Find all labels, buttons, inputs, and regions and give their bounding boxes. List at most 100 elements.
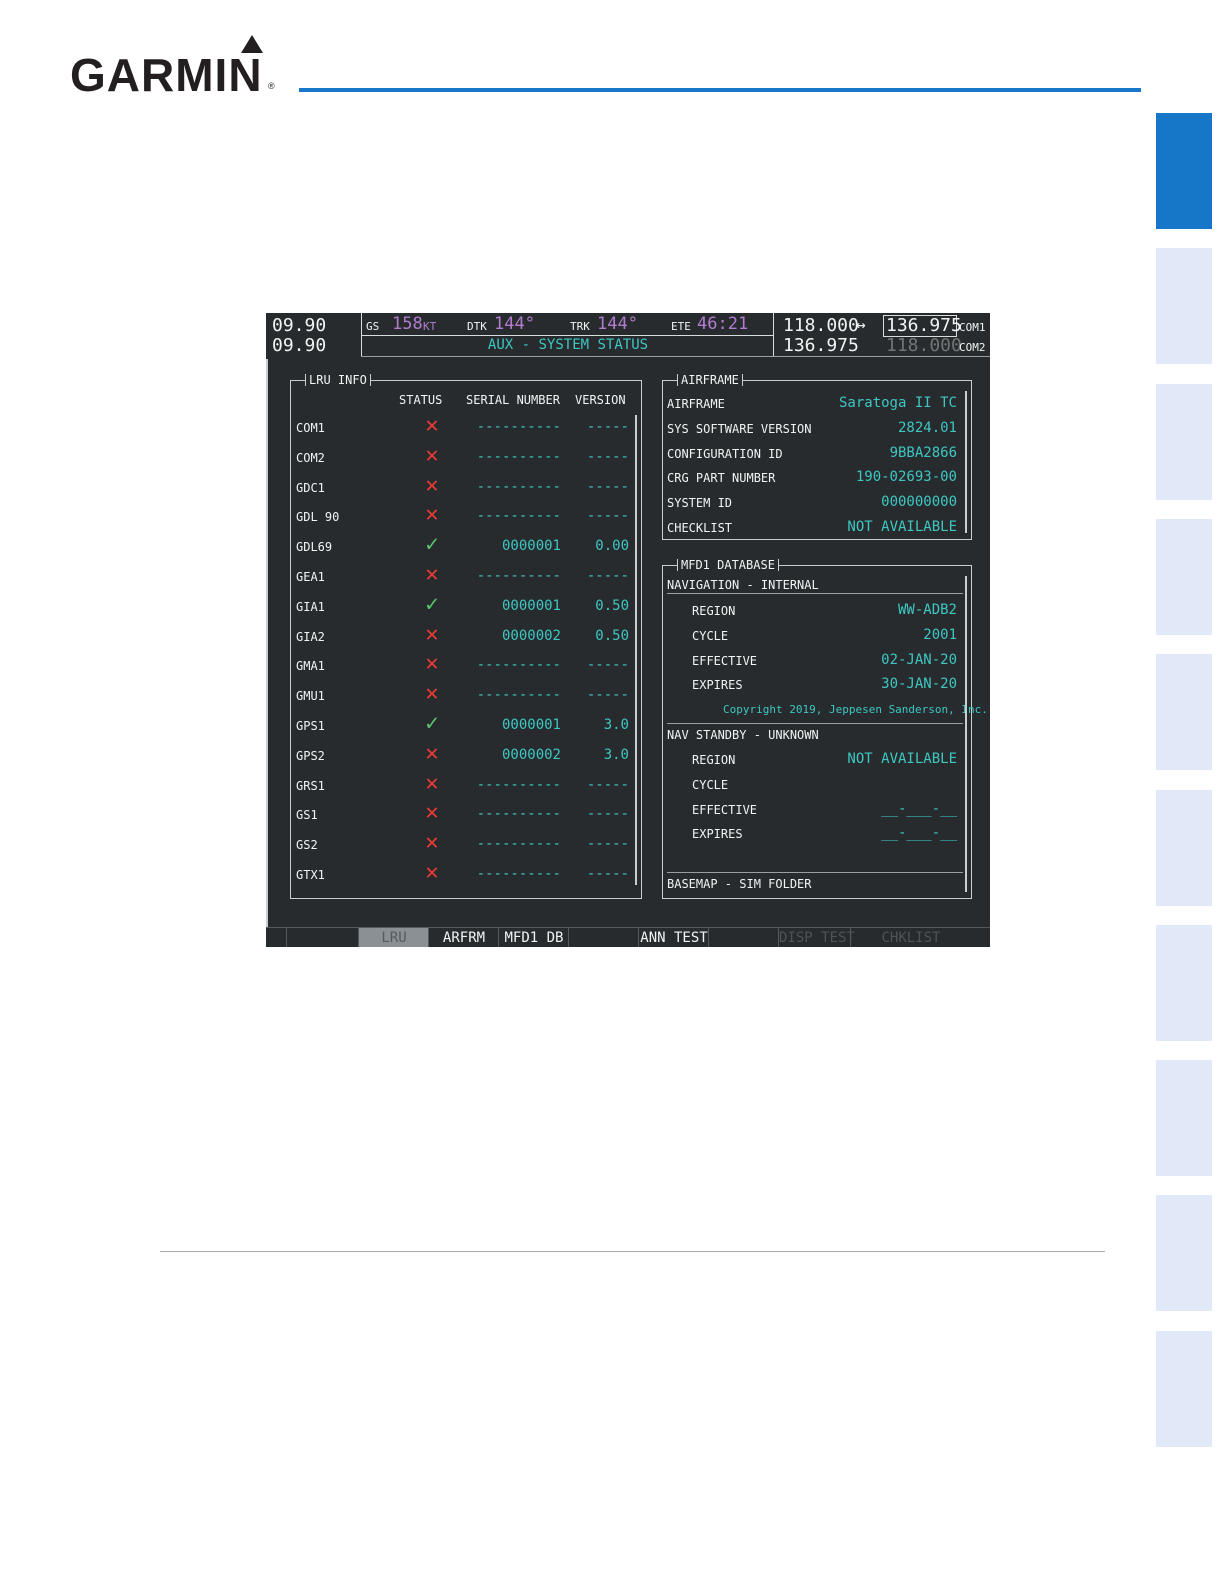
softkey-chklist[interactable]: CHKLIST (850, 928, 971, 947)
status-header: STATUS (399, 393, 443, 407)
airframe-panel: AIRFRAME AIRFRAME Saratoga II TC SYS SOFTW… (662, 374, 972, 540)
lru-serial: ---------- (476, 657, 561, 674)
database-value: __-___-__ (881, 825, 957, 842)
softkey-arfrm[interactable]: ARFRM (428, 928, 499, 947)
com2-active-freq[interactable]: 136.975 (783, 335, 859, 356)
database-value: 30-JAN-20 (881, 676, 957, 693)
triangle-icon (241, 35, 263, 53)
section-tab-7[interactable] (1156, 925, 1212, 1041)
lru-name: GTX1 (296, 868, 325, 882)
section-tab-3[interactable] (1156, 384, 1212, 500)
airframe-value: 2824.01 (897, 419, 957, 436)
softkey-mfd1-db[interactable]: MFD1 DB (498, 928, 569, 947)
database-label: REGION (692, 753, 736, 767)
airframe-value: 190-02693-00 (855, 469, 957, 486)
com2-label: COM2 (959, 341, 986, 354)
section-tab-10[interactable] (1156, 1331, 1212, 1447)
lru-name: COM1 (296, 421, 325, 435)
com1-active-freq[interactable]: 118.000 (783, 315, 859, 336)
dtk-value: 144° (494, 314, 535, 334)
softkey-blank-6[interactable] (708, 928, 779, 947)
softkey-blank-4[interactable] (568, 928, 639, 947)
lru-version: ----- (586, 508, 629, 525)
softkey-lru[interactable]: LRU (358, 928, 429, 947)
airframe-value: 9BBA2866 (889, 444, 957, 461)
section-tab-1[interactable] (1156, 113, 1212, 229)
lru-name: COM2 (296, 450, 325, 465)
section-tab-2[interactable] (1156, 248, 1212, 364)
nav1-active-freq[interactable]: 09.90 (272, 315, 326, 336)
lru-name: GIA2 (296, 629, 325, 644)
com1-standby-freq[interactable]: 136.975 (886, 315, 962, 336)
database-label: REGION (692, 604, 736, 618)
lru-version: 3.0 (603, 746, 629, 763)
gs-unit: KT (423, 320, 437, 333)
lru-scrollbar[interactable] (635, 415, 637, 885)
lru-version: 0.00 (595, 538, 629, 555)
airframe-label: CHECKLIST (667, 521, 733, 535)
database-value: 2001 (923, 626, 957, 643)
lru-name: GMA1 (296, 659, 325, 674)
database-value: 02-JAN-20 (881, 651, 957, 668)
footer-rule (160, 1251, 1105, 1252)
database-value: __-___-__ (881, 800, 957, 817)
x-mark-icon: ✕ (425, 472, 439, 498)
database-value: WW-ADB2 (897, 602, 957, 618)
check-mark-icon: ✓ (425, 591, 439, 617)
registered-mark: ® (268, 81, 275, 91)
lru-serial: 0000001 (501, 597, 561, 614)
x-mark-icon: ✕ (425, 502, 439, 528)
nav-internal-heading: NAVIGATION - INTERNAL (667, 578, 819, 592)
airframe-label: AIRFRAME (667, 397, 725, 411)
softkey-ann-test[interactable]: ANN TEST (638, 928, 709, 947)
transfer-arrow-icon[interactable]: ↔ (856, 315, 866, 334)
database-scrollbar[interactable] (965, 576, 967, 892)
database-label: CYCLE (692, 628, 729, 643)
x-mark-icon: ✕ (425, 830, 439, 856)
lru-serial: ---------- (476, 508, 561, 525)
mfd-database-title: MFD1 DATABASE (677, 559, 779, 571)
database-label: CYCLE (692, 777, 729, 792)
lru-version: ----- (586, 448, 629, 465)
nav1-standby-freq[interactable]: 09.90 (272, 335, 326, 356)
section-tab-6[interactable] (1156, 790, 1212, 906)
lru-serial: 0000001 (501, 538, 561, 555)
section-tab-8[interactable] (1156, 1060, 1212, 1176)
ete-label: ETE (671, 320, 691, 333)
com2-standby-freq[interactable]: 118.000 (886, 335, 962, 356)
lru-serial: 0000002 (501, 746, 561, 763)
check-mark-icon: ✓ (425, 532, 439, 558)
lru-serial: ---------- (476, 419, 561, 435)
airframe-scrollbar[interactable] (965, 391, 967, 533)
lru-name: GS1 (296, 808, 318, 823)
lru-serial: ---------- (476, 836, 561, 853)
gs-value: 158 (392, 314, 423, 334)
softkey-disp-test[interactable]: DISP TEST (778, 928, 855, 947)
lru-serial: 0000001 (501, 717, 561, 733)
mfd-screen: 09.90 09.90 GS 158 KT DTK 144° TRK 144° … (266, 313, 990, 947)
section-tab-4[interactable] (1156, 519, 1212, 635)
lru-info-title: LRU INFO (305, 374, 371, 386)
softkey-blank-0[interactable] (286, 928, 357, 947)
x-mark-icon: ✕ (425, 562, 439, 587)
page-title: AUX - SYSTEM STATUS (487, 337, 649, 353)
serial-header: SERIAL NUMBER (466, 393, 560, 407)
section-tab-9[interactable] (1156, 1195, 1212, 1311)
airframe-title: AIRFRAME (677, 374, 743, 386)
lru-version: 0.50 (595, 627, 629, 644)
x-mark-icon: ✕ (425, 860, 439, 885)
lru-version: ----- (586, 687, 629, 704)
lru-version: ----- (586, 478, 629, 495)
section-tab-5[interactable] (1156, 654, 1212, 770)
lru-name: GIA1 (296, 599, 325, 614)
lru-serial: ---------- (476, 478, 561, 495)
lru-version: 0.50 (595, 597, 629, 614)
lru-serial: ---------- (476, 448, 561, 465)
version-header: VERSION (575, 393, 626, 407)
lru-name: GEA1 (296, 570, 325, 584)
database-label: EXPIRES (692, 678, 743, 693)
lru-serial: ---------- (476, 806, 561, 823)
x-mark-icon: ✕ (425, 740, 439, 766)
header-rule (299, 88, 1141, 92)
lru-name: GPS1 (296, 719, 325, 733)
